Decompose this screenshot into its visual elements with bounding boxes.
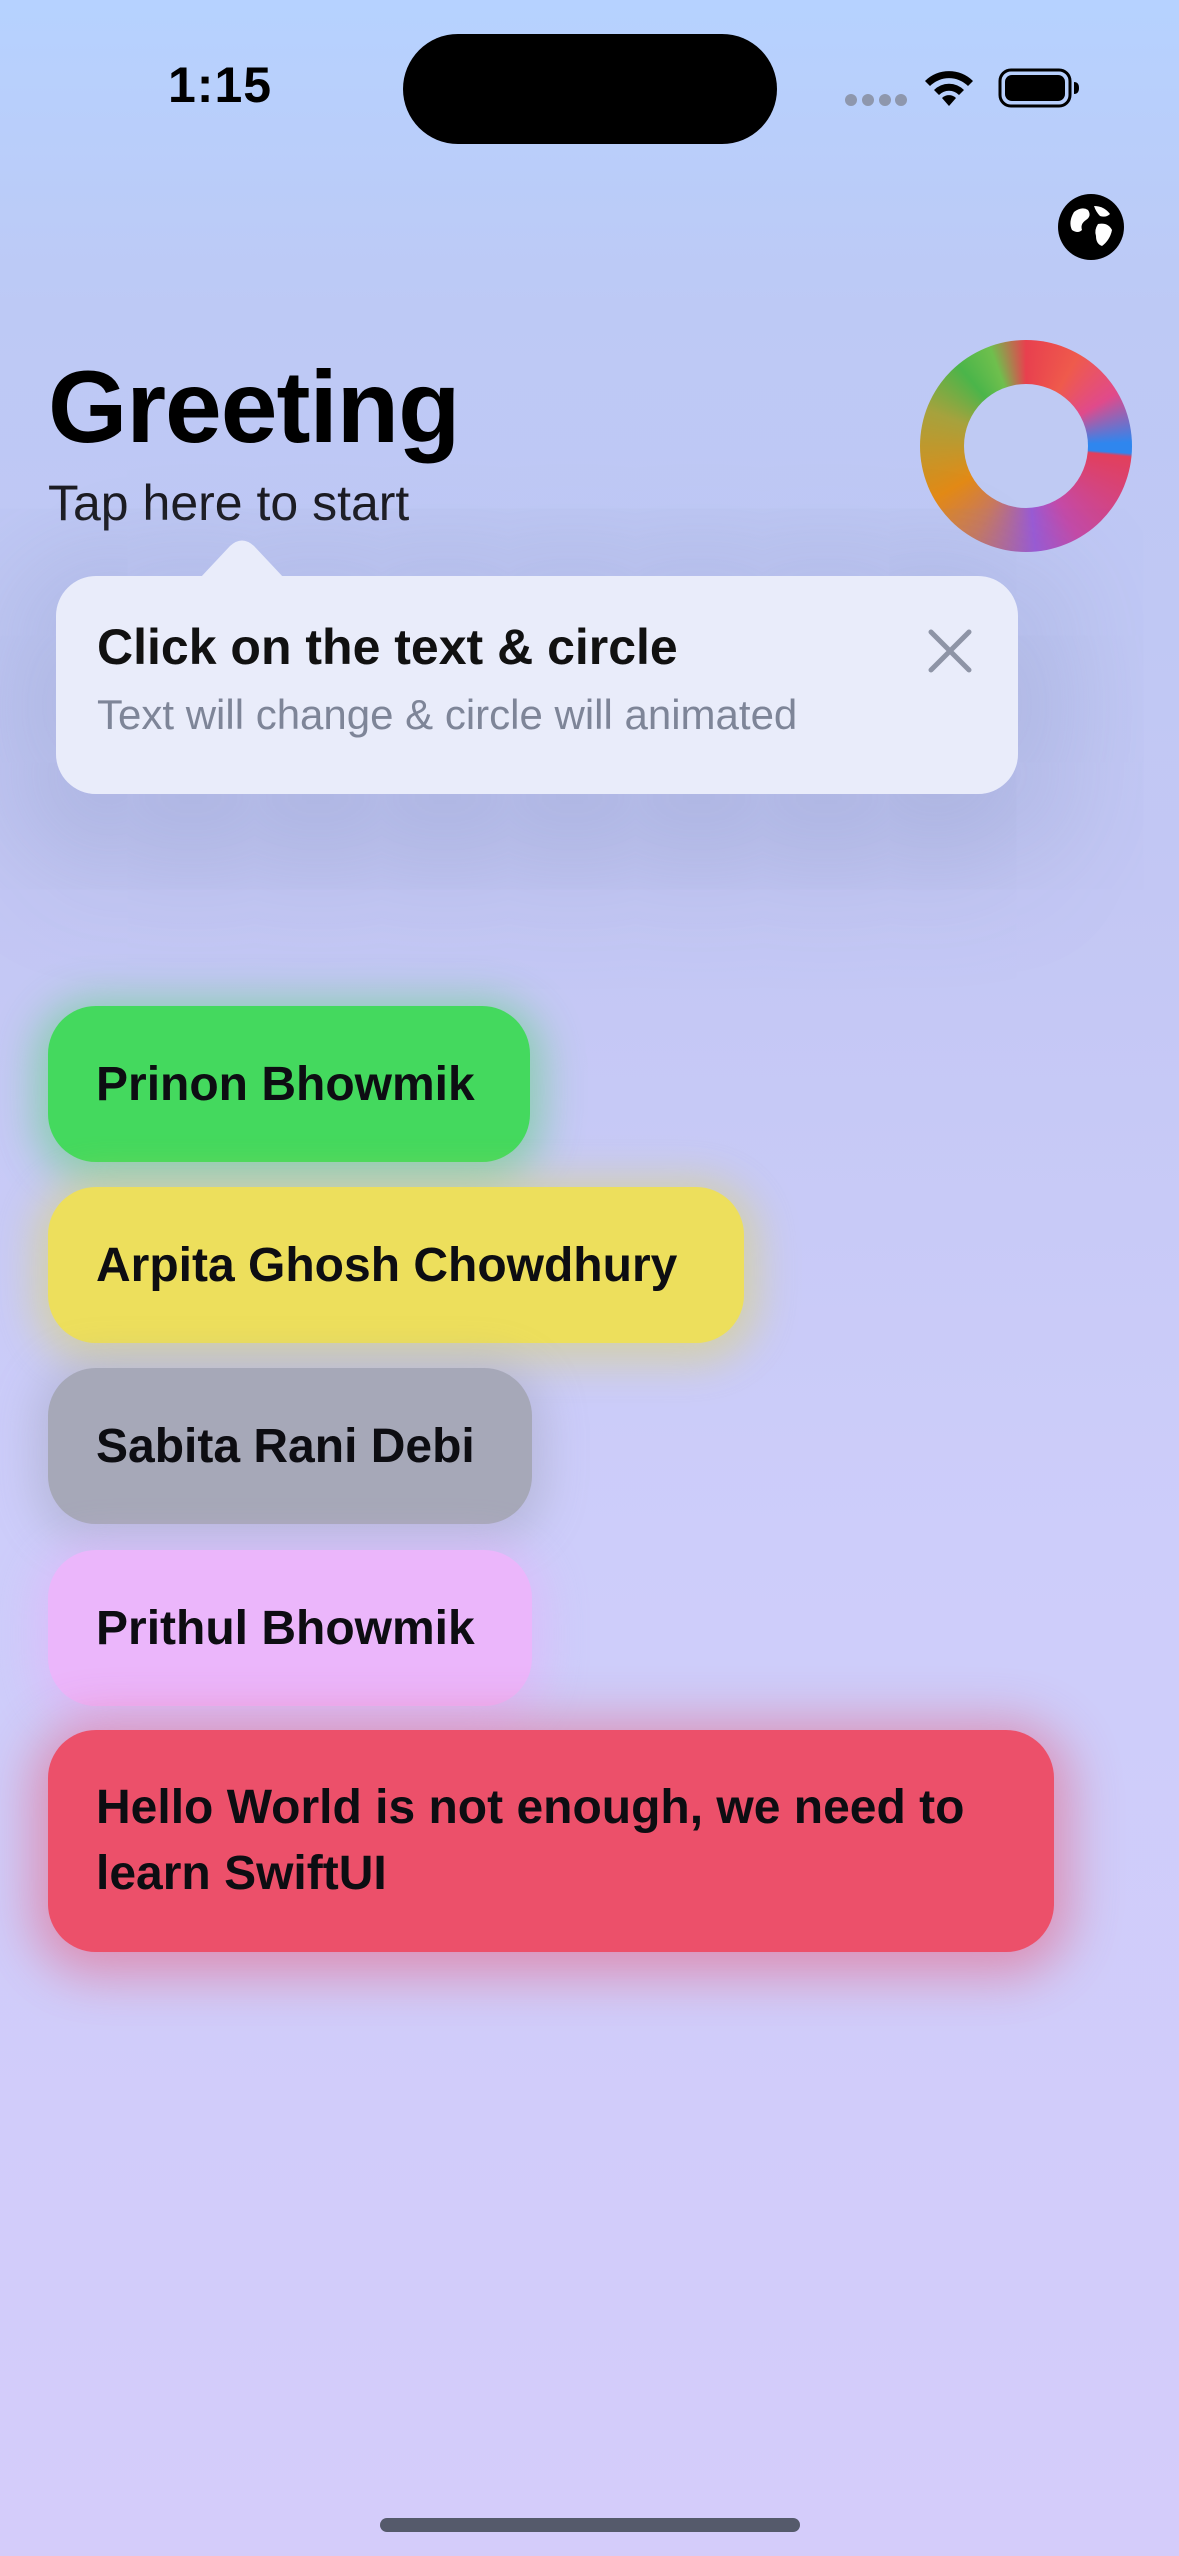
name-chip[interactable]: Prithul Bhowmik (48, 1550, 532, 1706)
message-chip[interactable]: Hello World is not enough, we need to le… (48, 1730, 1054, 1952)
close-icon[interactable] (925, 626, 975, 676)
page-title[interactable]: Greeting (48, 356, 460, 458)
wifi-icon (925, 71, 973, 106)
name-chip[interactable]: Arpita Ghosh Chowdhury (48, 1187, 744, 1343)
battery-icon (998, 68, 1079, 108)
gradient-ring[interactable] (920, 340, 1132, 552)
tooltip-arrow (200, 540, 284, 578)
tooltip-card (56, 576, 1018, 794)
home-indicator[interactable] (380, 2518, 800, 2532)
name-chip[interactable]: Sabita Rani Debi (48, 1368, 532, 1524)
cellular-signal-icon (845, 94, 907, 106)
dynamic-island (403, 34, 777, 144)
tooltip-text: Text will change & circle will animated (97, 691, 798, 738)
globe-button[interactable] (1058, 194, 1124, 260)
status-bar: 1:15 (0, 0, 1179, 160)
globe-icon (1061, 197, 1121, 257)
page-subtitle[interactable]: Tap here to start (48, 478, 409, 528)
tooltip-title: Click on the text & circle (97, 619, 678, 675)
status-time: 1:15 (168, 57, 273, 113)
name-chip[interactable]: Prinon Bhowmik (48, 1006, 530, 1162)
